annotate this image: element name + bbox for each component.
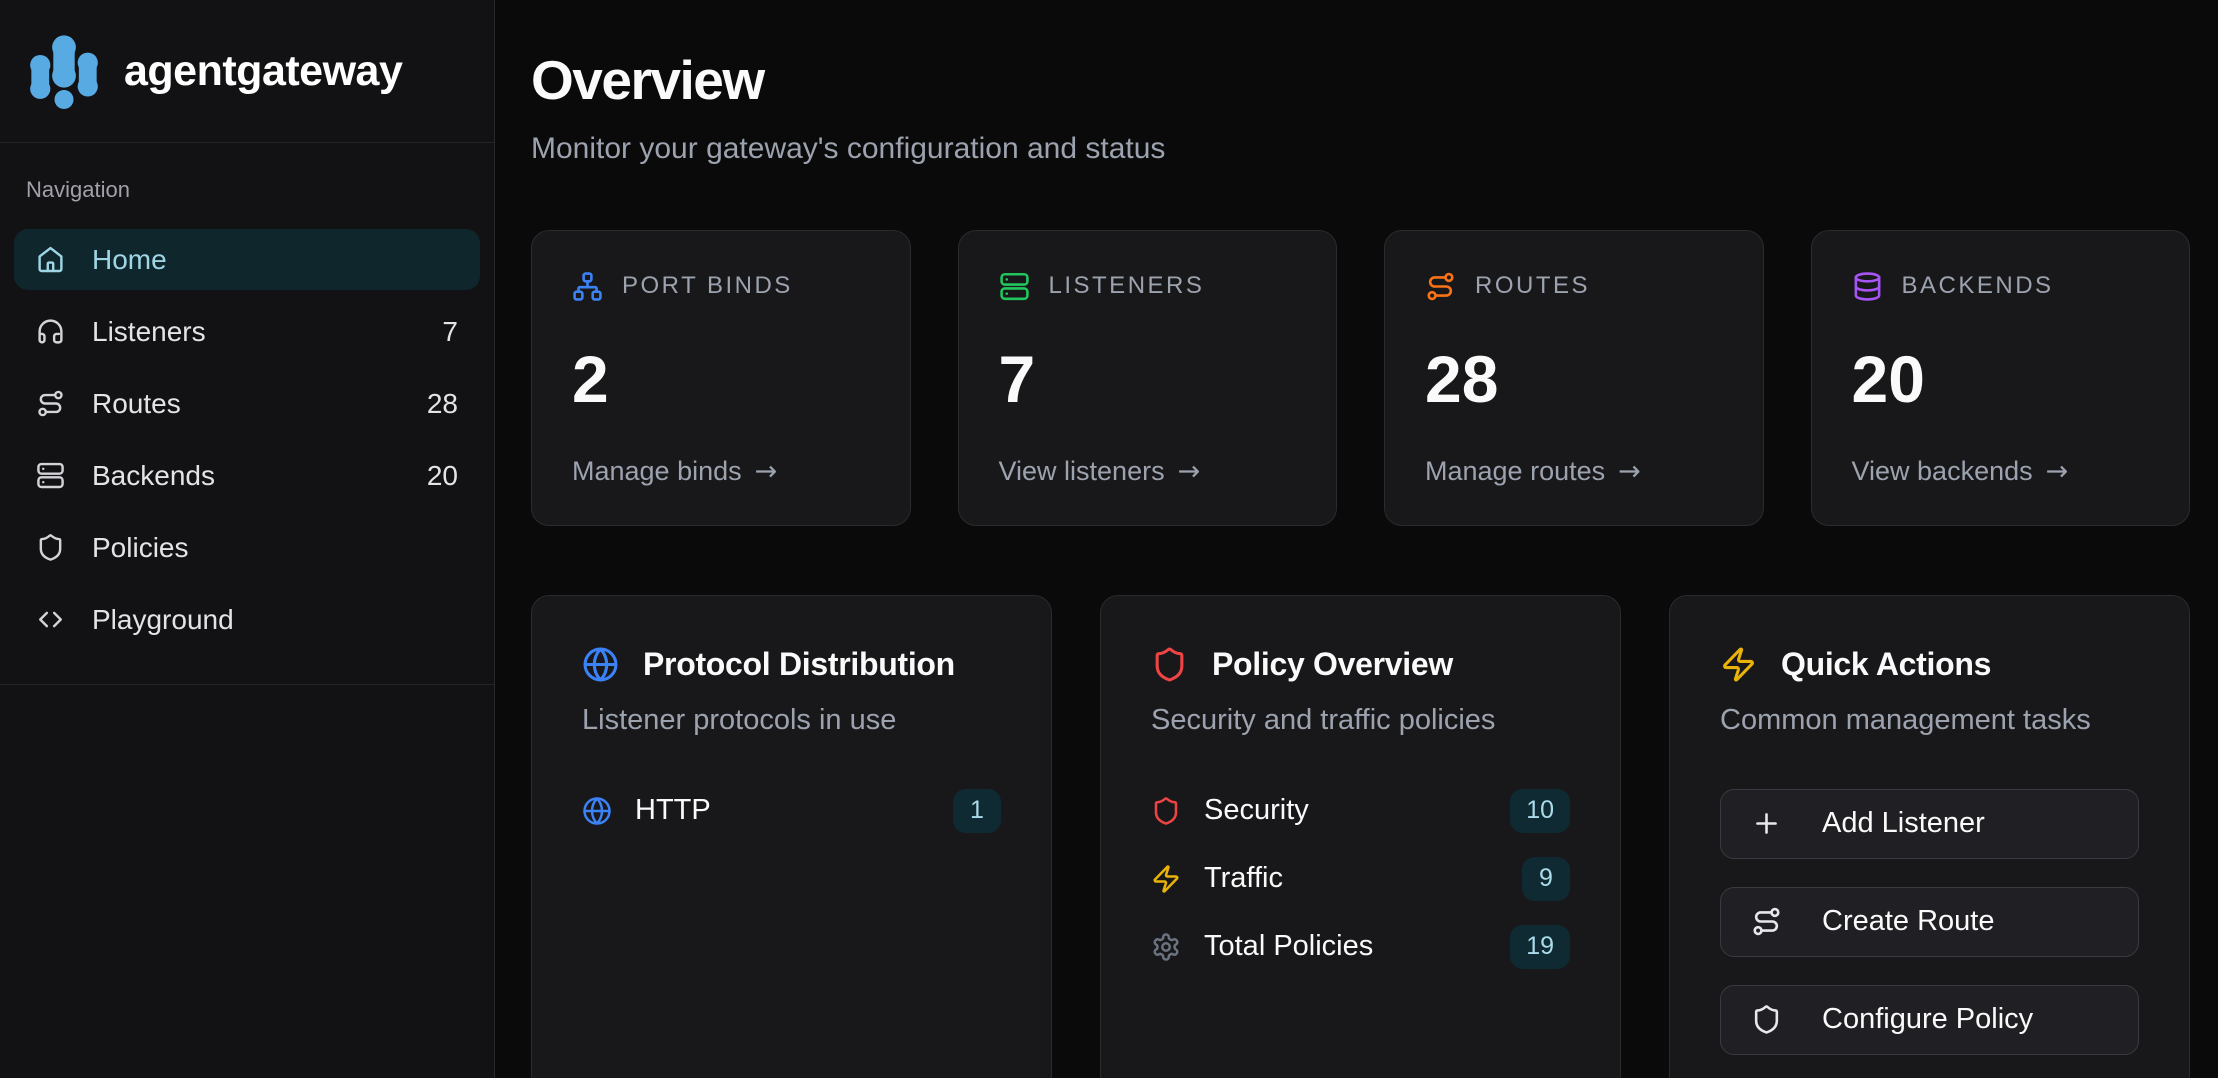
sidebar-item-playground[interactable]: Playground [14,589,480,650]
sidebar-item-home[interactable]: Home [14,229,480,290]
policy-overview-card: Policy Overview Security and traffic pol… [1100,595,1621,1078]
main-content: Overview Monitor your gateway's configur… [495,0,2218,1078]
quick-actions-card: Quick Actions Common management tasks Ad… [1669,595,2190,1078]
count-badge: 19 [1510,925,1570,969]
sidebar-item-label: Policies [92,532,458,564]
sidebar-item-label: Backends [92,460,427,492]
gear-icon [1151,932,1181,962]
manage-binds-link[interactable]: Manage binds→ [572,456,870,487]
sidebar-item-policies[interactable]: Policies [14,517,480,578]
sidebar-item-label: Home [92,244,458,276]
plus-icon [1751,808,1782,839]
arrow-right-icon: → [2046,456,2069,487]
route-icon [1751,906,1782,937]
stat-label: PORT BINDS [622,272,793,300]
sidebar-item-label: Playground [92,604,458,636]
globe-icon [582,646,619,683]
home-icon [36,245,65,274]
panels-row: Protocol Distribution Listener protocols… [531,595,2190,1078]
row-label: Security [1204,794,1510,827]
zap-icon [1720,646,1757,683]
sidebar-item-routes[interactable]: Routes 28 [14,373,480,434]
stat-label: LISTENERS [1049,272,1205,300]
protocol-distribution-card: Protocol Distribution Listener protocols… [531,595,1052,1078]
route-icon [36,389,65,418]
shield-icon [1151,796,1181,826]
policy-row-total: Total Policies 19 [1151,925,1570,969]
brand-name: agentgateway [124,47,402,96]
panel-title: Protocol Distribution [643,646,955,683]
view-backends-link[interactable]: View backends→ [1852,456,2150,487]
stat-value: 20 [1852,346,2150,412]
code-icon [36,605,65,634]
shield-icon [1151,646,1188,683]
headphones-icon [36,317,65,346]
stat-card-routes: ROUTES 28 Manage routes→ [1384,230,1764,526]
row-label: HTTP [635,794,953,827]
server-icon [999,271,1030,302]
stat-label: BACKENDS [1902,272,2054,300]
database-icon [1852,271,1883,302]
shield-icon [36,533,65,562]
panel-title: Policy Overview [1212,646,1453,683]
sidebar-item-backends[interactable]: Backends 20 [14,445,480,506]
nav-section-label: Navigation [26,177,468,203]
stat-card-listeners: LISTENERS 7 View listeners→ [958,230,1338,526]
panel-subtitle: Security and traffic policies [1151,704,1570,737]
configure-policy-button[interactable]: Configure Policy [1720,985,2139,1055]
count-badge: 9 [1522,857,1570,901]
policy-row-traffic: Traffic 9 [1151,857,1570,901]
panel-subtitle: Listener protocols in use [582,704,1001,737]
agentgateway-logo-icon [26,30,102,112]
panel-subtitle: Common management tasks [1720,704,2139,737]
route-icon [1425,271,1456,302]
count-badge: 1 [953,789,1001,833]
nav-list: Home Listeners 7 Routes 28 B [14,229,480,650]
sidebar: agentgateway Navigation Home Listeners 7 [0,0,495,1078]
sidebar-item-count: 20 [427,460,458,492]
brand: agentgateway [0,0,494,143]
sidebar-item-listeners[interactable]: Listeners 7 [14,301,480,362]
protocol-row-http: HTTP 1 [582,789,1001,833]
stat-card-port-binds: PORT BINDS 2 Manage binds→ [531,230,911,526]
view-listeners-link[interactable]: View listeners→ [999,456,1297,487]
row-label: Traffic [1204,862,1522,895]
network-icon [572,271,603,302]
policy-row-security: Security 10 [1151,789,1570,833]
arrow-right-icon: → [1618,456,1641,487]
row-label: Total Policies [1204,930,1510,963]
stat-value: 7 [999,346,1297,412]
stats-row: PORT BINDS 2 Manage binds→ LISTENERS 7 V… [531,230,2190,526]
arrow-right-icon: → [1178,456,1201,487]
shield-icon [1751,1004,1782,1035]
page-subtitle: Monitor your gateway's configuration and… [531,132,2190,166]
panel-title: Quick Actions [1781,646,1991,683]
sidebar-item-label: Listeners [92,316,442,348]
sidebar-item-count: 7 [442,316,458,348]
stat-card-backends: BACKENDS 20 View backends→ [1811,230,2191,526]
sidebar-item-count: 28 [427,388,458,420]
arrow-right-icon: → [755,456,778,487]
stat-value: 2 [572,346,870,412]
stat-value: 28 [1425,346,1723,412]
create-route-button[interactable]: Create Route [1720,887,2139,957]
count-badge: 10 [1510,789,1570,833]
server-icon [36,461,65,490]
sidebar-item-label: Routes [92,388,427,420]
page-title: Overview [531,52,2190,110]
nav-section: Navigation Home Listeners 7 Routes [0,143,494,685]
zap-icon [1151,864,1181,894]
globe-icon [582,796,612,826]
manage-routes-link[interactable]: Manage routes→ [1425,456,1723,487]
stat-label: ROUTES [1475,272,1590,300]
add-listener-button[interactable]: Add Listener [1720,789,2139,859]
